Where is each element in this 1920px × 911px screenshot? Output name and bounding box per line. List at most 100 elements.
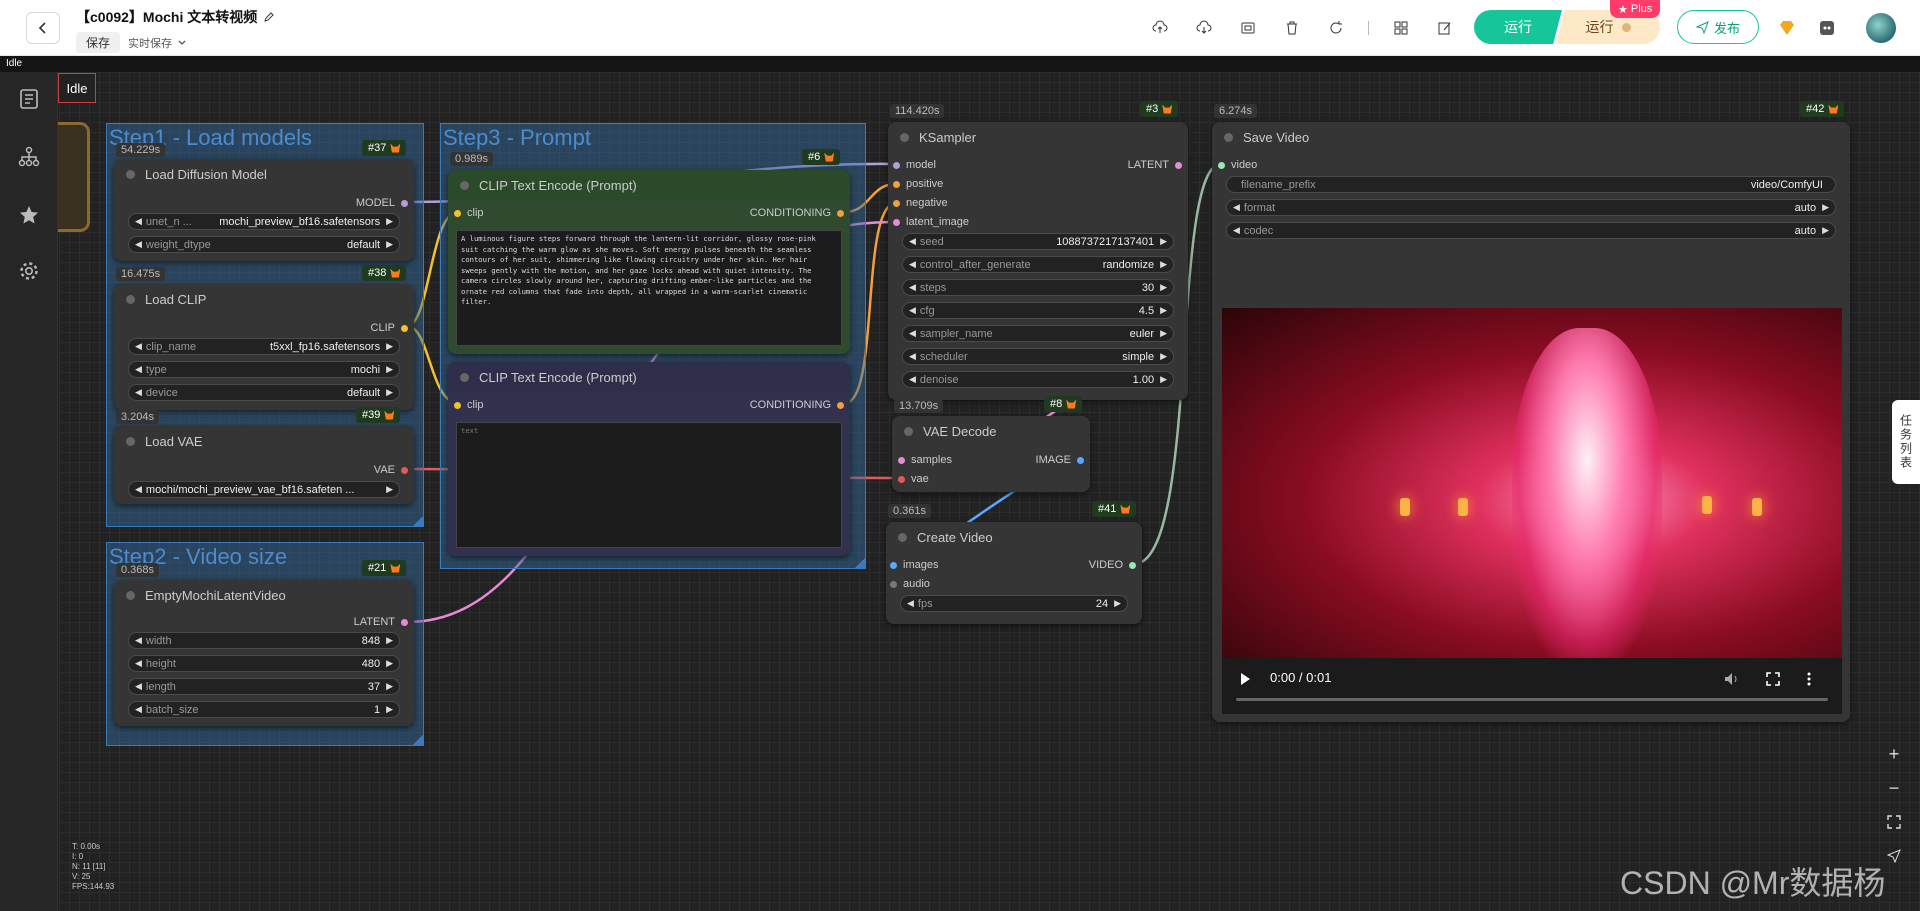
image-gallery-icon[interactable]	[1236, 16, 1260, 40]
input-latent-image[interactable]: latent_image	[893, 216, 969, 228]
widget-weight-dtype[interactable]: ◀ weight_dtype default ▶	[128, 236, 400, 253]
left-arrow-icon[interactable]: ◀	[1233, 202, 1240, 213]
collapse-dot[interactable]	[126, 590, 135, 600]
left-arrow-icon[interactable]: ◀	[135, 387, 142, 398]
input-pin[interactable]	[893, 180, 900, 188]
node-header[interactable]: Load VAE	[114, 426, 414, 456]
output-conditioning[interactable]: CONDITIONING	[750, 207, 844, 219]
left-arrow-icon[interactable]: ◀	[909, 259, 916, 270]
node-vae-decode[interactable]: VAE Decode samples vae IMAGE	[892, 416, 1090, 492]
input-clip[interactable]: clip	[454, 399, 484, 411]
collapse-dot[interactable]	[904, 426, 913, 436]
node-header[interactable]: Save Video	[1212, 122, 1850, 152]
output-pin[interactable]	[1129, 561, 1136, 569]
sidebar-item-model-tree[interactable]	[16, 144, 42, 170]
left-arrow-icon[interactable]: ◀	[1233, 225, 1240, 236]
input-pin[interactable]	[893, 161, 900, 169]
output-conditioning[interactable]: CONDITIONING	[750, 399, 844, 411]
right-arrow-icon[interactable]: ▶	[1822, 202, 1829, 213]
left-arrow-icon[interactable]: ◀	[135, 658, 142, 669]
left-arrow-icon[interactable]: ◀	[135, 681, 142, 692]
input-pin[interactable]	[893, 218, 900, 226]
left-arrow-icon[interactable]: ◀	[135, 484, 142, 495]
node-header[interactable]: Load Diffusion Model	[114, 159, 414, 189]
right-arrow-icon[interactable]: ▶	[1160, 236, 1167, 247]
input-clip[interactable]: clip	[454, 207, 484, 219]
node-header[interactable]: VAE Decode	[892, 416, 1090, 446]
refresh-icon[interactable]	[1324, 16, 1348, 40]
widget-filename-prefix[interactable]: filename_prefix video/ComfyUI	[1226, 176, 1836, 193]
input-pin[interactable]	[454, 209, 461, 217]
sidebar-item-favorites[interactable]	[16, 202, 42, 228]
node-header[interactable]: Create Video	[886, 522, 1142, 552]
diamond-icon[interactable]	[1775, 16, 1799, 40]
left-arrow-icon[interactable]: ◀	[909, 236, 916, 247]
input-pin[interactable]	[890, 580, 897, 588]
node-clip-text-encode-negative[interactable]: CLIP Text Encode (Prompt) clip CONDITION…	[448, 362, 850, 556]
locate-icon[interactable]	[1882, 844, 1906, 868]
input-pin[interactable]	[898, 475, 905, 483]
widget-vae-name[interactable]: ◀ mochi/mochi_preview_vae_bf16.safeten ..…	[128, 481, 400, 498]
left-arrow-icon[interactable]: ◀	[909, 374, 916, 385]
right-arrow-icon[interactable]: ▶	[386, 681, 393, 692]
right-arrow-icon[interactable]: ▶	[1160, 305, 1167, 316]
right-arrow-icon[interactable]: ▶	[1160, 351, 1167, 362]
node-load-clip[interactable]: Load CLIP CLIP ◀ clip_name t5xxl_fp16.safe…	[114, 284, 414, 410]
right-arrow-icon[interactable]: ▶	[1160, 259, 1167, 270]
task-list-tab[interactable]: 任务列表	[1892, 400, 1920, 484]
input-pin[interactable]	[898, 456, 905, 464]
left-arrow-icon[interactable]: ◀	[135, 239, 142, 250]
autosave-select[interactable]: 实时保存	[128, 35, 187, 51]
volume-icon[interactable]	[1724, 672, 1740, 686]
widget-unet-name[interactable]: ◀ unet_n ... mochi_preview_bf16.safetensor…	[128, 213, 400, 230]
right-arrow-icon[interactable]: ▶	[386, 658, 393, 669]
output-pin[interactable]	[401, 618, 408, 626]
run-button[interactable]: 运行	[1474, 10, 1562, 44]
group-resize-handle[interactable]	[855, 558, 865, 568]
cloud-download-icon[interactable]	[1192, 16, 1216, 40]
left-arrow-icon[interactable]: ◀	[135, 216, 142, 227]
sidebar-item-document[interactable]	[16, 86, 42, 112]
collapse-dot[interactable]	[126, 436, 135, 446]
node-create-video[interactable]: Create Video images audio VIDEO ◀ fps 24 ▶	[886, 522, 1142, 624]
collapse-dot[interactable]	[900, 132, 909, 142]
node-ksampler[interactable]: KSampler model positive negative latent_…	[888, 122, 1188, 400]
input-negative[interactable]: negative	[893, 197, 948, 209]
input-vae[interactable]: vae	[898, 473, 929, 485]
input-samples[interactable]: samples	[898, 454, 952, 466]
save-button[interactable]: 保存	[76, 32, 121, 53]
output-model[interactable]: MODEL	[356, 197, 408, 209]
input-positive[interactable]: positive	[893, 178, 943, 190]
left-arrow-icon[interactable]: ◀	[135, 364, 142, 375]
collapse-dot[interactable]	[126, 169, 135, 179]
input-audio[interactable]: audio	[890, 578, 930, 590]
output-latent[interactable]: LATENT	[1128, 159, 1182, 171]
widget-height[interactable]: ◀ height 480 ▶	[128, 655, 400, 672]
right-arrow-icon[interactable]: ▶	[386, 364, 393, 375]
robot-icon[interactable]	[1815, 16, 1839, 40]
play-icon[interactable]	[1238, 672, 1252, 686]
collapse-dot[interactable]	[898, 532, 907, 542]
collapse-dot[interactable]	[460, 180, 469, 190]
node-header[interactable]: Load CLIP	[114, 284, 414, 314]
left-arrow-icon[interactable]: ◀	[135, 635, 142, 646]
output-image[interactable]: IMAGE	[1036, 454, 1084, 466]
widget-denoise[interactable]: ◀ denoise 1.00 ▶	[902, 371, 1174, 388]
node-clip-text-encode-positive[interactable]: CLIP Text Encode (Prompt) clip CONDITION…	[448, 170, 850, 354]
widget-device[interactable]: ◀ device default ▶	[128, 384, 400, 401]
right-arrow-icon[interactable]: ▶	[386, 239, 393, 250]
output-pin[interactable]	[401, 466, 408, 474]
right-arrow-icon[interactable]: ▶	[386, 704, 393, 715]
output-latent[interactable]: LATENT	[354, 616, 408, 628]
widget-codec[interactable]: ◀ codec auto ▶	[1226, 222, 1836, 239]
widget-length[interactable]: ◀ length 37 ▶	[128, 678, 400, 695]
right-arrow-icon[interactable]: ▶	[1114, 598, 1121, 609]
right-arrow-icon[interactable]: ▶	[386, 635, 393, 646]
output-pin[interactable]	[837, 401, 844, 409]
widget-steps[interactable]: ◀ steps 30 ▶	[902, 279, 1174, 296]
widget-seed[interactable]: ◀ seed 1088737217137401 ▶	[902, 233, 1174, 250]
output-video[interactable]: VIDEO	[1089, 559, 1136, 571]
sidebar-item-settings[interactable]	[16, 258, 42, 284]
upload-icon[interactable]	[1148, 16, 1172, 40]
right-arrow-icon[interactable]: ▶	[386, 387, 393, 398]
